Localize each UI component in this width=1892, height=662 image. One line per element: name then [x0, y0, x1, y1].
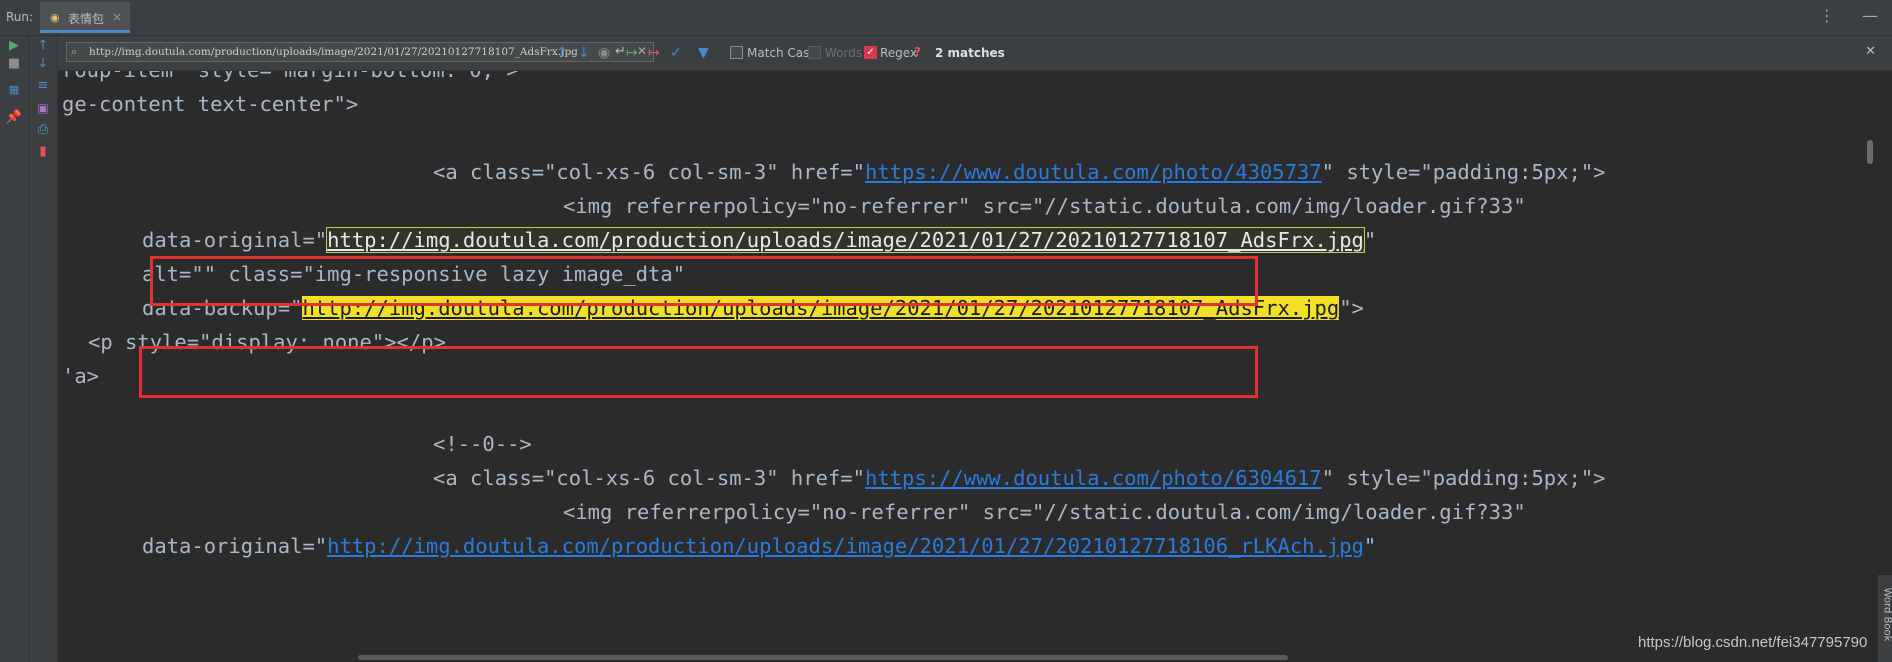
window-controls: ⋮ —	[1797, 6, 1878, 25]
code-link[interactable]: https://www.doutula.com/photo/4305737	[865, 160, 1322, 184]
run-label: Run:	[6, 10, 34, 24]
trash-icon[interactable]: ▮	[33, 142, 53, 162]
code-link[interactable]: https://www.doutula.com/photo/6304617	[865, 466, 1322, 490]
arrow-down-icon[interactable]: ↓	[33, 54, 53, 74]
code-line: <a class="col-xs-6 col-sm-3" href="https…	[433, 155, 1606, 189]
code-text: "	[1363, 534, 1377, 558]
next-match-icon[interactable]: ↓	[578, 45, 590, 61]
regex-help-icon[interactable]: ?	[914, 45, 921, 59]
regex-label[interactable]: Regex	[880, 46, 917, 60]
horizontal-scrollbar[interactable]	[358, 655, 1288, 660]
words-checkbox[interactable]	[808, 46, 821, 59]
code-text: <a class="col-xs-6 col-sm-3" href="	[433, 160, 865, 184]
close-tab-icon[interactable]: ×	[112, 10, 122, 24]
console-actions-gutter: ↑ ↓ ≡ ▣ ⎙ ▮	[29, 36, 58, 662]
add-occurrence-icon[interactable]: ↦	[626, 45, 638, 61]
code-line: <img referrerpolicy="no-referrer" src="/…	[563, 500, 1526, 524]
soft-wrap-icon[interactable]: ≡	[33, 76, 53, 96]
annotation-box	[139, 346, 1258, 398]
minimize-icon[interactable]: —	[1862, 6, 1878, 25]
code-text: " style="padding:5px;">	[1321, 466, 1606, 490]
words-label[interactable]: Words	[825, 46, 862, 60]
match-case-checkbox[interactable]	[730, 46, 743, 59]
run-tab-label: 表情包	[68, 12, 105, 26]
remove-occurrence-icon[interactable]: ↦	[648, 45, 660, 61]
code-line: <!--0-->	[433, 432, 532, 456]
code-line: ge-content text-center">	[62, 92, 359, 116]
vertical-scroll-thumb[interactable]	[1867, 140, 1873, 164]
code-text: ">	[1339, 296, 1364, 320]
stop-icon[interactable]: ■	[4, 54, 24, 74]
code-line: 'a>	[62, 364, 100, 388]
pin-icon[interactable]: 📌	[4, 108, 24, 128]
code-text: " style="padding:5px;">	[1321, 160, 1606, 184]
word-book-label: Word Book	[1881, 587, 1892, 642]
previous-match-icon[interactable]: ↑	[556, 45, 568, 61]
more-vertical-icon[interactable]: ⋮	[1819, 6, 1835, 25]
current-match[interactable]: http://img.doutula.com/production/upload…	[326, 227, 1365, 253]
regex-checkbox[interactable]: ✓	[864, 46, 877, 59]
word-book-side-tab[interactable]: Word Book	[1878, 575, 1892, 662]
code-text: <a class="col-xs-6 col-sm-3" href="	[433, 466, 865, 490]
rerun-icon[interactable]: ▶	[4, 36, 24, 56]
match-count: 2 matches	[935, 46, 1005, 60]
select-all-occurrences-icon[interactable]: ✓	[670, 45, 682, 61]
python-icon: ◉	[50, 11, 60, 24]
new-line-icon[interactable]: ↵	[615, 44, 626, 59]
run-toolbar: Run: ◉ 表情包 × ⋮ —	[0, 0, 1892, 36]
code-text: data-original="	[142, 228, 328, 252]
code-link[interactable]: http://img.doutula.com/production/upload…	[327, 534, 1364, 558]
code-text: data-original="	[142, 534, 328, 558]
print-icon[interactable]: ⎙	[33, 120, 53, 140]
scroll-to-end-icon[interactable]: ▣	[33, 98, 53, 118]
layout-icon[interactable]: ▦	[4, 80, 24, 100]
code-line: data-original="http://img.doutula.com/pr…	[142, 223, 1376, 257]
code-text: "	[1363, 228, 1377, 252]
search-input[interactable]	[89, 44, 579, 60]
match-case-label[interactable]: Match Case	[747, 46, 817, 60]
close-find-icon[interactable]: ✕	[1865, 44, 1876, 59]
run-tab[interactable]: ◉ 表情包 ×	[40, 2, 130, 33]
console-output[interactable]: roup-item" style="margin-bottom: 0;"> ge…	[58, 71, 1878, 662]
code-line: roup-item" style="margin-bottom: 0;">	[62, 71, 519, 87]
annotation-box	[150, 256, 1258, 306]
code-line: data-original="http://img.doutula.com/pr…	[142, 529, 1376, 563]
clear-search-icon[interactable]: ✕	[637, 44, 647, 58]
find-in-window-icon[interactable]: ◉	[598, 45, 610, 61]
find-bar: ⌕ ↵ ✕ ↑ ↓ ◉ ↦ ↦ ✓ ▼ Match Case Words ✓ R…	[58, 36, 1892, 71]
filter-icon[interactable]: ▼	[698, 45, 709, 61]
code-line: <a class="col-xs-6 col-sm-3" href="https…	[433, 461, 1606, 495]
watermark-text: https://blog.csdn.net/fei347795790	[1638, 634, 1868, 651]
search-icon[interactable]: ⌕	[71, 45, 77, 59]
run-actions-gutter: ▶ ■ ▦ 📌	[0, 36, 29, 662]
arrow-up-icon[interactable]: ↑	[33, 36, 53, 56]
code-line: <img referrerpolicy="no-referrer" src="/…	[563, 194, 1526, 218]
